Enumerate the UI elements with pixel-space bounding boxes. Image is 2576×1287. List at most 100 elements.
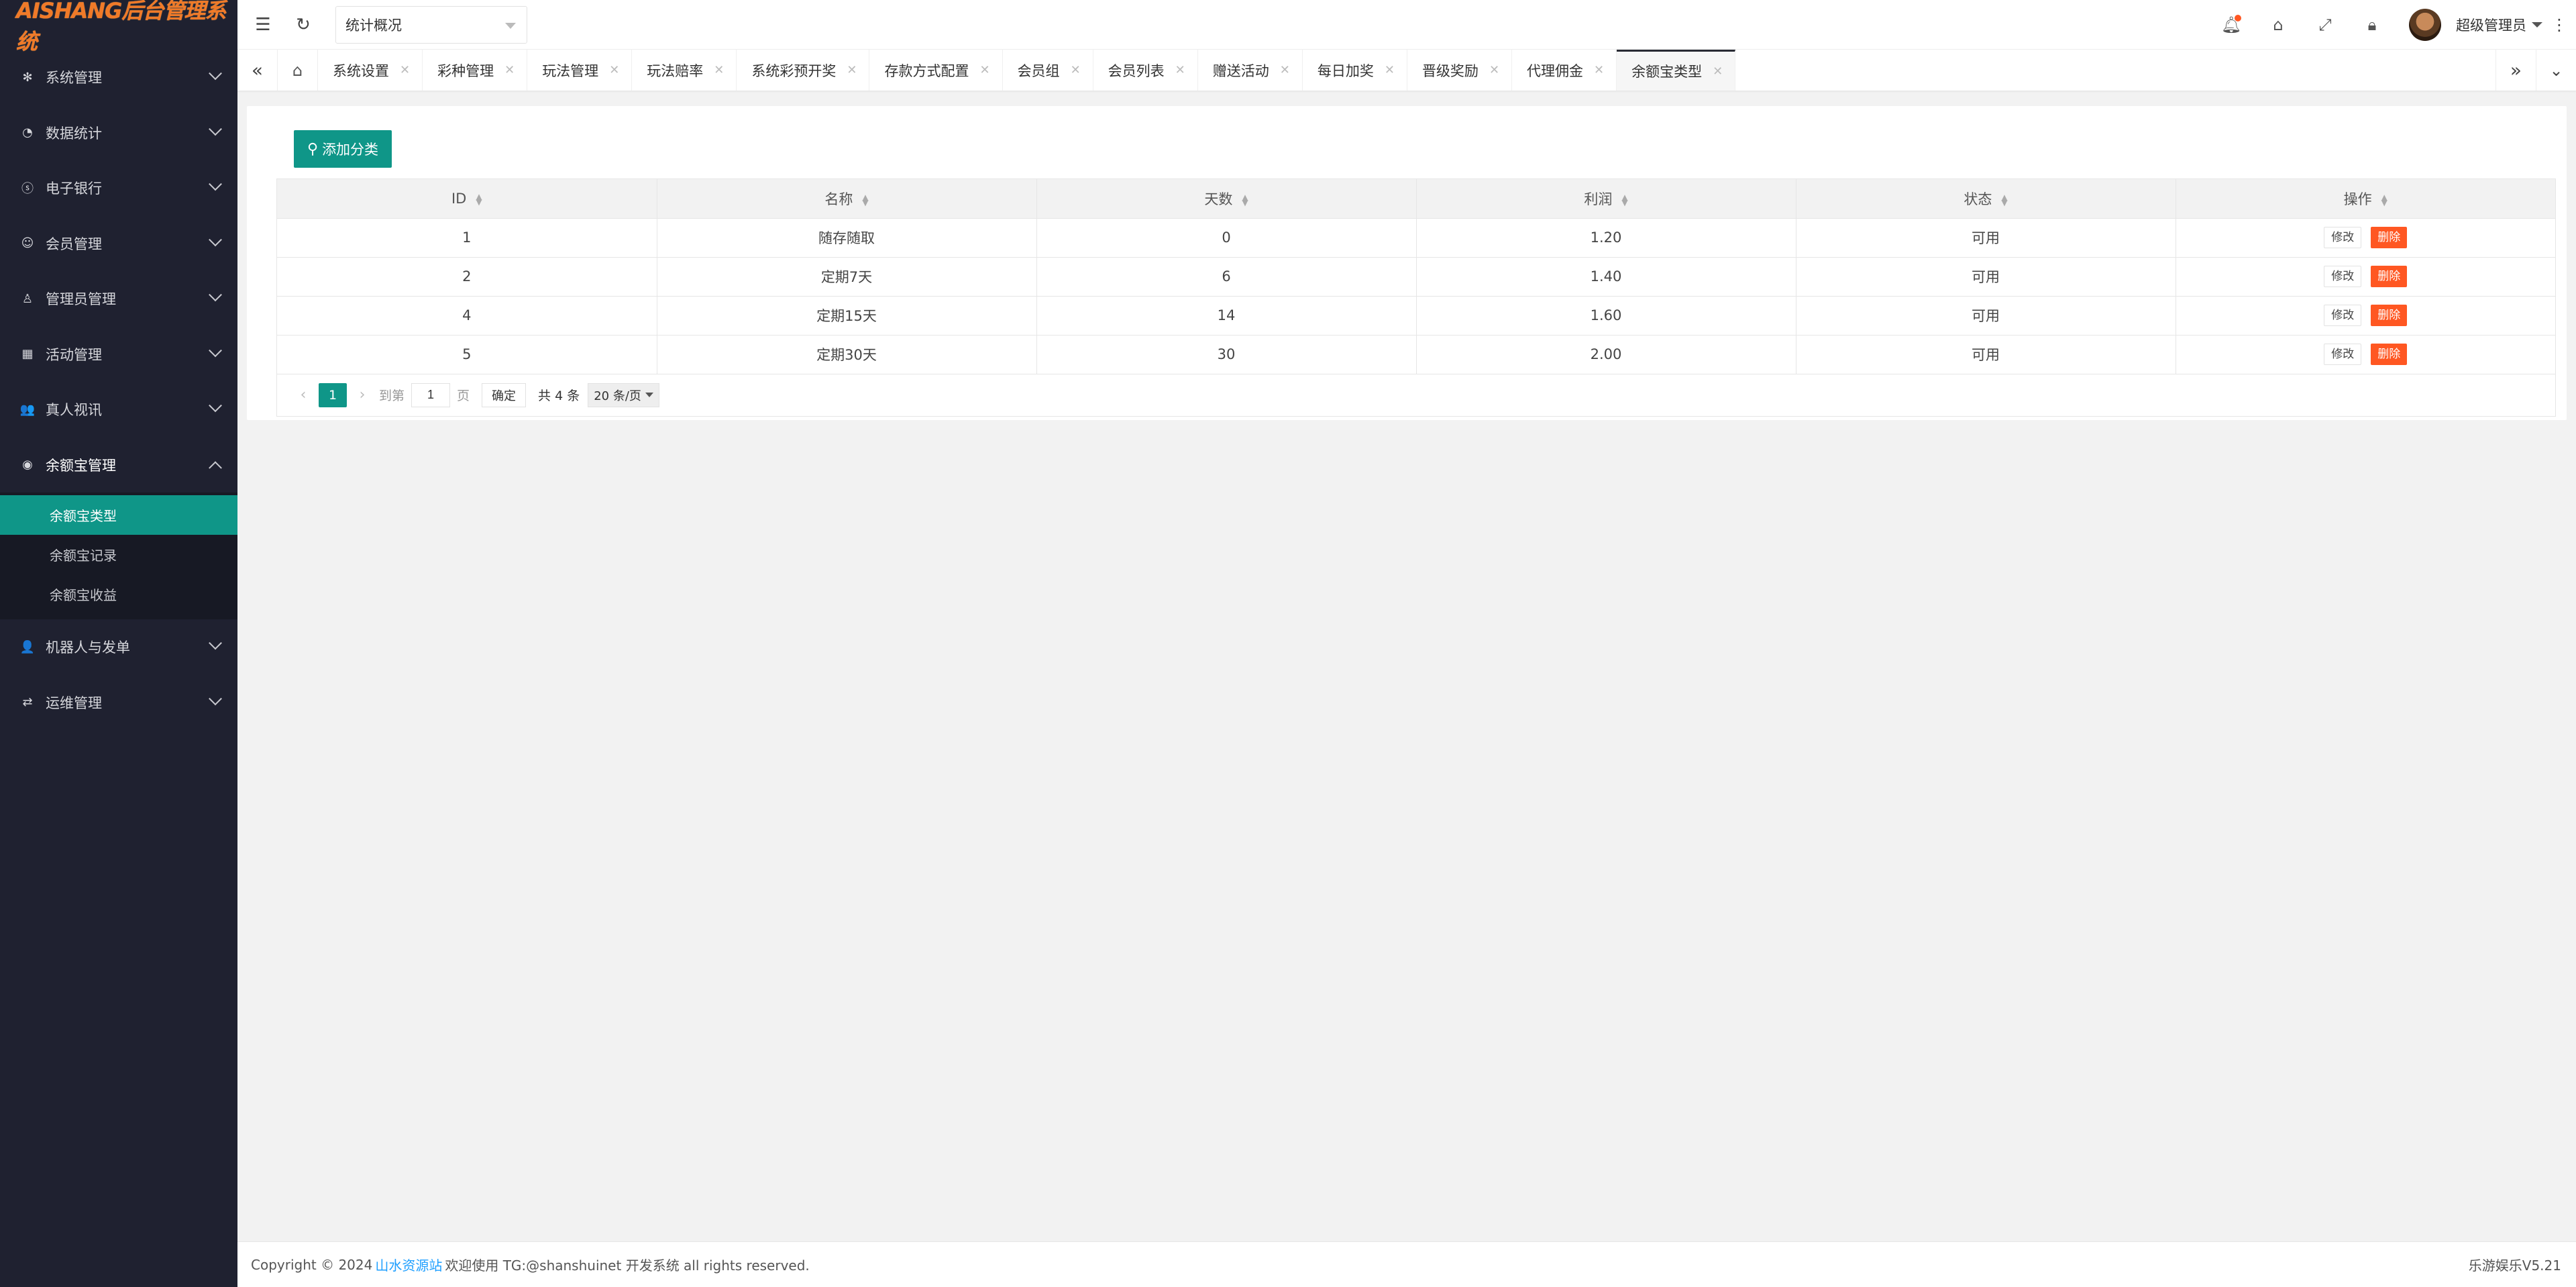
tabs-dropdown-icon[interactable]: ⌄ xyxy=(2536,50,2576,91)
tab-play-manage[interactable]: 玩法管理 ✕ xyxy=(527,50,633,91)
shuffle-icon: ⇄ xyxy=(22,695,33,710)
tab-agent-commission[interactable]: 代理佣金 ✕ xyxy=(1512,50,1617,91)
close-icon[interactable]: ✕ xyxy=(847,63,857,77)
bell-icon[interactable]: 🔔︎ xyxy=(2208,0,2255,50)
tab-label: 玩法管理 xyxy=(542,62,599,79)
goto-confirm-button[interactable]: 确定 xyxy=(482,382,527,407)
tab-deposit-config[interactable]: 存款方式配置 ✕ xyxy=(869,50,1003,91)
tab-label: 存款方式配置 xyxy=(884,62,969,79)
close-icon[interactable]: ✕ xyxy=(1594,63,1604,77)
more-vertical-icon[interactable]: ⋮ xyxy=(2542,15,2576,34)
tab-system-pre-draw[interactable]: 系统彩预开奖 ✕ xyxy=(737,50,870,91)
col-days[interactable]: 天数 ▲ ▼ xyxy=(1036,179,1417,219)
tabs-scroll-right-icon[interactable]: » xyxy=(2496,50,2536,91)
sidebar-item-label: 会员管理 xyxy=(46,236,102,252)
close-icon[interactable]: ✕ xyxy=(1280,63,1290,77)
tab-gift-activity[interactable]: 赠送活动 ✕ xyxy=(1198,50,1303,91)
sort-icon[interactable]: ▲ ▼ xyxy=(1621,193,1627,207)
close-icon[interactable]: ✕ xyxy=(1385,63,1395,77)
sidebar-subitem-yuebao-record[interactable]: 余额宝记录 xyxy=(0,535,237,574)
refresh-icon[interactable]: ↻ xyxy=(283,0,323,50)
cell-profit: 2.00 xyxy=(1416,335,1796,374)
cell-name: 定期30天 xyxy=(657,335,1037,374)
delete-button[interactable]: 删除 xyxy=(2371,305,2408,326)
col-name[interactable]: 名称 ▲ ▼ xyxy=(657,179,1037,219)
user-menu[interactable]: 超级管理员 xyxy=(2456,15,2542,35)
close-icon[interactable]: ✕ xyxy=(714,63,724,77)
sort-icon[interactable]: ▲ ▼ xyxy=(862,193,868,207)
cell-status: 可用 xyxy=(1796,296,2176,336)
sidebar-item-robots[interactable]: 👤 机器人与发单 xyxy=(0,619,237,675)
sidebar-item-statistics[interactable]: ◔ 数据统计 xyxy=(0,105,237,161)
sidebar-item-admins[interactable]: ♙ 管理员管理 xyxy=(0,271,237,327)
close-icon[interactable]: ✕ xyxy=(1713,64,1723,79)
close-icon[interactable]: ✕ xyxy=(979,63,989,77)
tabs-scroll-left-icon[interactable]: « xyxy=(237,50,278,91)
edit-button[interactable]: 修改 xyxy=(2324,305,2362,326)
col-id[interactable]: ID ▲ ▼ xyxy=(277,179,657,219)
page-current[interactable]: 1 xyxy=(319,382,347,407)
avatar[interactable] xyxy=(2409,8,2441,41)
sort-icon[interactable]: ▲ ▼ xyxy=(1242,193,1248,207)
caret-down-icon xyxy=(645,393,653,397)
sidebar-subitem-yuebao-type[interactable]: 余额宝类型 xyxy=(0,495,237,535)
sidebar-item-label: 活动管理 xyxy=(46,346,102,363)
menu-toggle-icon[interactable]: ☰ xyxy=(243,0,283,50)
footer-link[interactable]: 山水资源站 xyxy=(375,1255,442,1274)
close-icon[interactable]: ✕ xyxy=(1489,63,1499,77)
quick-nav-select[interactable]: 统计概况 xyxy=(335,5,527,44)
edit-button[interactable]: 修改 xyxy=(2324,266,2362,287)
close-icon[interactable]: ✕ xyxy=(1071,63,1081,77)
tag-icon[interactable]: ⌂ xyxy=(2255,0,2302,50)
person-icon: 👤 xyxy=(19,639,36,654)
sidebar: AISHANG后台管理系统 ✻ 系统管理 ◔ 数据统计 ⓢ 电子银行 ☺ 会员管… xyxy=(0,0,237,1287)
chevron-right-icon[interactable]: › xyxy=(352,383,372,407)
tab-member-list[interactable]: 会员列表 ✕ xyxy=(1093,50,1198,91)
close-icon[interactable]: ✕ xyxy=(1175,63,1185,77)
lock-icon[interactable]: 🔒︎ xyxy=(2349,0,2396,50)
delete-button[interactable]: 删除 xyxy=(2371,344,2408,365)
close-icon[interactable]: ✕ xyxy=(504,63,515,77)
tab-label: 会员组 xyxy=(1017,62,1060,79)
fullscreen-icon[interactable]: ⤢ xyxy=(2302,0,2349,50)
close-icon[interactable]: ✕ xyxy=(400,63,410,77)
close-icon[interactable]: ✕ xyxy=(609,63,619,77)
sidebar-item-ops[interactable]: ⇄ 运维管理 xyxy=(0,675,237,731)
delete-button[interactable]: 删除 xyxy=(2371,227,2408,248)
sidebar-item-activities[interactable]: ▦ 活动管理 xyxy=(0,327,237,382)
home-icon[interactable]: ⌂ xyxy=(278,50,318,91)
tab-promotion-reward[interactable]: 晋级奖励 ✕ xyxy=(1407,50,1513,91)
cell-actions: 修改 删除 xyxy=(2176,218,2555,258)
tabs-bar: « ⌂ 系统设置 ✕ 彩种管理 ✕ 玩法管理 ✕ 玩法赔率 ✕ 系统彩预开奖 ✕ 存款方式… xyxy=(237,50,2576,91)
tab-member-group[interactable]: 会员组 ✕ xyxy=(1003,50,1093,91)
sidebar-item-ebank[interactable]: ⓢ 电子银行 xyxy=(0,160,237,216)
col-label: 天数 xyxy=(1204,191,1233,207)
sidebar-item-system[interactable]: ✻ 系统管理 xyxy=(0,50,237,105)
cell-days: 30 xyxy=(1036,335,1417,374)
goto-page-input[interactable] xyxy=(411,382,451,407)
sort-icon[interactable]: ▲ ▼ xyxy=(476,193,482,206)
add-category-button[interactable]: ⚲ 添加分类 xyxy=(294,130,392,168)
tab-system-settings[interactable]: 系统设置 ✕ xyxy=(318,50,423,91)
goto-suffix: 页 xyxy=(457,389,470,403)
tab-lottery-manage[interactable]: 彩种管理 ✕ xyxy=(423,50,528,91)
sort-icon[interactable]: ▲ ▼ xyxy=(2001,193,2007,207)
sidebar-subitem-yuebao-income[interactable]: 余额宝收益 xyxy=(0,574,237,614)
tab-yuebao-type[interactable]: 余额宝类型 ✕ xyxy=(1617,50,1736,91)
tab-daily-bonus[interactable]: 每日加奖 ✕ xyxy=(1303,50,1407,91)
app-logo[interactable]: AISHANG后台管理系统 xyxy=(0,0,237,54)
col-profit[interactable]: 利润 ▲ ▼ xyxy=(1416,179,1796,219)
tab-play-odds[interactable]: 玩法赔率 ✕ xyxy=(632,50,737,91)
chevron-left-icon[interactable]: ‹ xyxy=(293,383,313,407)
col-actions[interactable]: 操作 ▲ ▼ xyxy=(2176,179,2555,219)
sidebar-item-live-video[interactable]: 👥 真人视讯 xyxy=(0,382,237,437)
sidebar-item-members[interactable]: ☺ 会员管理 xyxy=(0,216,237,272)
sort-icon[interactable]: ▲ ▼ xyxy=(2381,193,2387,207)
edit-button[interactable]: 修改 xyxy=(2324,344,2362,365)
calendar-icon: ▦ xyxy=(21,347,34,362)
page-size-select[interactable]: 20 条/页 xyxy=(588,382,659,407)
edit-button[interactable]: 修改 xyxy=(2324,227,2362,248)
delete-button[interactable]: 删除 xyxy=(2371,266,2408,287)
sidebar-item-yuebao[interactable]: ◉ 余额宝管理 xyxy=(0,437,237,493)
col-status[interactable]: 状态 ▲ ▼ xyxy=(1796,179,2176,219)
